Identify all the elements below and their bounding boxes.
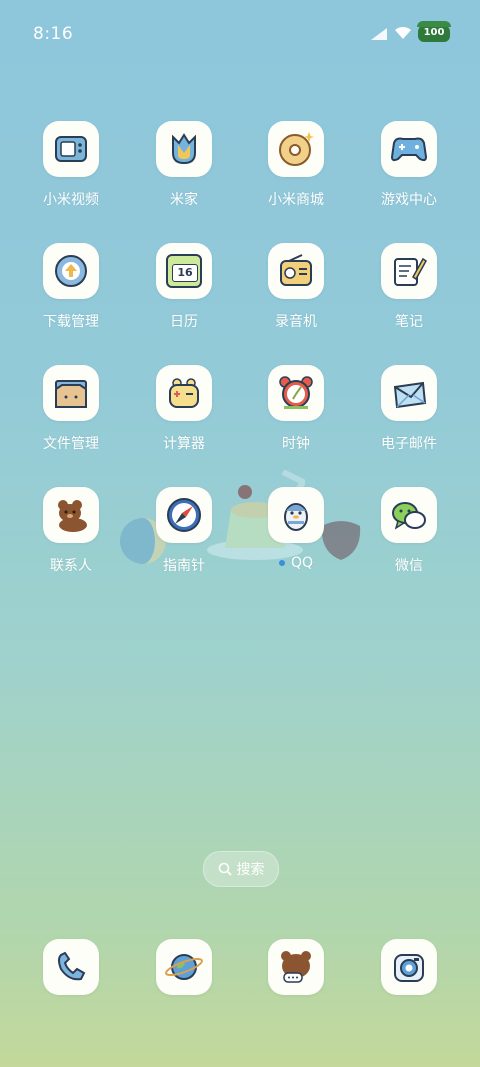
tv-cat-icon [43, 121, 99, 177]
tulip-icon [156, 121, 212, 177]
app-file-manager[interactable]: 文件管理 [21, 365, 121, 465]
calculator-frog-icon [156, 365, 212, 421]
envelope-icon [381, 365, 437, 421]
app-label: 游戏中心 [381, 192, 437, 208]
dock-messages[interactable] [246, 939, 346, 1039]
app-notes[interactable]: 笔记 [359, 243, 459, 343]
app-label: 计算器 [163, 436, 205, 452]
calendar-icon: 16 [156, 243, 212, 299]
app-label: 日历 [170, 314, 198, 330]
app-compass[interactable]: 指南针 [134, 487, 234, 587]
app-game-center[interactable]: 游戏中心 [359, 121, 459, 221]
app-clock[interactable]: 时钟 [246, 365, 346, 465]
download-circle-icon [43, 243, 99, 299]
bear-message-icon [268, 939, 324, 995]
app-label-text: QQ [290, 555, 314, 571]
app-label: QQ [246, 555, 346, 571]
status-bar: 8:16 100 [0, 0, 480, 64]
app-label: 小米视频 [43, 192, 99, 208]
wifi-icon [394, 24, 412, 44]
search-icon [218, 862, 232, 876]
app-recorder[interactable]: 录音机 [246, 243, 346, 343]
app-label: 米家 [170, 192, 198, 208]
donut-icon [268, 121, 324, 177]
app-calculator[interactable]: 计算器 [134, 365, 234, 465]
app-label: 电子邮件 [381, 436, 437, 452]
dock-browser[interactable] [134, 939, 234, 1039]
app-mijia[interactable]: 米家 [134, 121, 234, 221]
alarm-clock-icon [268, 365, 324, 421]
app-label: 下载管理 [43, 314, 99, 330]
phone-icon [43, 939, 99, 995]
gamepad-icon [381, 121, 437, 177]
app-label: 笔记 [395, 314, 423, 330]
app-calendar[interactable]: 16 日历 [134, 243, 234, 343]
calendar-day: 16 [172, 264, 198, 282]
app-label: 小米商城 [268, 192, 324, 208]
app-xiaomi-video[interactable]: 小米视频 [21, 121, 121, 221]
app-label: 指南针 [163, 558, 205, 574]
planet-icon [156, 939, 212, 995]
folder-cat-icon [43, 365, 99, 421]
cellular-signal-icon [370, 26, 388, 45]
app-label: 时钟 [282, 436, 310, 452]
app-wechat[interactable]: 微信 [359, 487, 459, 587]
radio-icon [268, 243, 324, 299]
dock-camera[interactable] [359, 939, 459, 1039]
dock-phone[interactable] [21, 939, 121, 1039]
camera-icon [381, 939, 437, 995]
battery-indicator: 100 [417, 21, 451, 42]
app-label: 录音机 [275, 314, 317, 330]
chat-bubbles-icon [381, 487, 437, 543]
status-time: 8:16 [33, 24, 74, 44]
app-label: 微信 [395, 558, 423, 574]
app-xiaomi-mall[interactable]: 小米商城 [246, 121, 346, 221]
notepad-pencil-icon [381, 243, 437, 299]
compass-icon [156, 487, 212, 543]
app-label: 联系人 [50, 558, 92, 574]
penguin-icon [268, 487, 324, 543]
search-label: 搜索 [236, 862, 265, 878]
bear-icon [43, 487, 99, 543]
app-contacts[interactable]: 联系人 [21, 487, 121, 587]
app-email[interactable]: 电子邮件 [359, 365, 459, 465]
app-label: 文件管理 [43, 436, 99, 452]
app-download-manager[interactable]: 下载管理 [21, 243, 121, 343]
search-button[interactable]: 搜索 [203, 851, 279, 887]
app-qq[interactable]: QQ [246, 487, 346, 587]
notification-dot [278, 560, 285, 566]
